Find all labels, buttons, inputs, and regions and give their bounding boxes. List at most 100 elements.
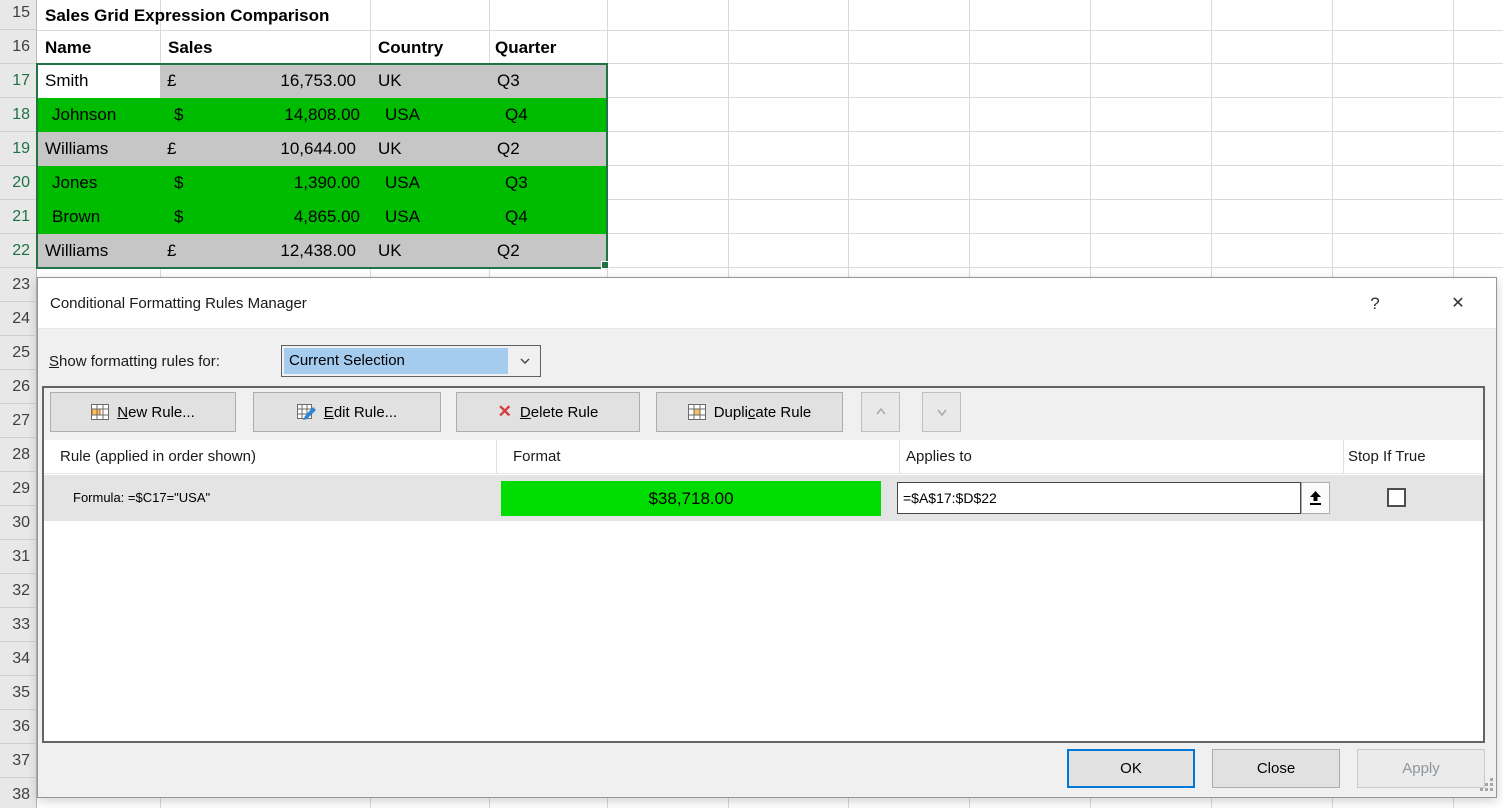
rule-format-preview[interactable]: $38,718.00 bbox=[501, 481, 881, 516]
row-header-33[interactable]: 33 bbox=[0, 608, 37, 642]
row-header-35[interactable]: 35 bbox=[0, 676, 37, 710]
cell-a19[interactable]: Williams bbox=[37, 132, 160, 166]
cell-c21[interactable]: USA bbox=[370, 200, 489, 234]
excel-screen: 15 16 17 18 19 20 21 22 23 24 25 26 27 2… bbox=[0, 0, 1503, 808]
button-label: New Rule... bbox=[117, 404, 195, 421]
table-row: Smith £16,753.00 UK Q3 bbox=[37, 64, 608, 98]
row-header-19[interactable]: 19 bbox=[0, 132, 37, 166]
row-header-23[interactable]: 23 bbox=[0, 268, 37, 302]
header-rule: Rule (applied in order shown) bbox=[60, 440, 256, 474]
row-header-38[interactable]: 38 bbox=[0, 778, 37, 808]
cell-a21[interactable]: Brown bbox=[37, 200, 160, 234]
row-header-column: 15 16 17 18 19 20 21 22 23 24 25 26 27 2… bbox=[0, 0, 37, 808]
cell-a22[interactable]: Williams bbox=[37, 234, 160, 268]
row-header-34[interactable]: 34 bbox=[0, 642, 37, 676]
cell-a18[interactable]: Johnson bbox=[37, 98, 160, 132]
row-header-17[interactable]: 17 bbox=[0, 64, 37, 98]
cell-b21[interactable]: $4,865.00 bbox=[160, 200, 370, 234]
row-header-20[interactable]: 20 bbox=[0, 166, 37, 200]
currency-symbol: $ bbox=[174, 98, 183, 132]
edit-rule-button[interactable]: Edit Rule... bbox=[253, 392, 441, 432]
header-applies: Applies to bbox=[906, 440, 972, 474]
conditional-formatting-rules-manager-dialog: Conditional Formatting Rules Manager ? ✕… bbox=[37, 277, 1497, 798]
resize-grip[interactable] bbox=[1479, 777, 1494, 792]
row-header-26[interactable]: 26 bbox=[0, 370, 37, 404]
cell-b19[interactable]: £10,644.00 bbox=[160, 132, 370, 166]
move-rule-up-button[interactable] bbox=[861, 392, 900, 432]
apply-button[interactable]: Apply bbox=[1357, 749, 1485, 788]
delete-rule-button[interactable]: ✕ Delete Rule bbox=[456, 392, 640, 432]
cell-a17[interactable]: Smith bbox=[37, 64, 160, 98]
cell-d19[interactable]: Q2 bbox=[489, 132, 608, 166]
cell-c22[interactable]: UK bbox=[370, 234, 489, 268]
button-label: Duplicate Rule bbox=[714, 404, 812, 421]
row-header-15[interactable]: 15 bbox=[0, 0, 37, 30]
row-header-28[interactable]: 28 bbox=[0, 438, 37, 472]
chevron-down-icon bbox=[936, 406, 948, 418]
new-rule-button[interactable]: New Rule... bbox=[50, 392, 236, 432]
row-header-24[interactable]: 24 bbox=[0, 302, 37, 336]
rule-row-selected[interactable]: Formula: =$C17="USA" $38,718.00 bbox=[44, 475, 1483, 521]
cell-a20[interactable]: Jones bbox=[37, 166, 160, 200]
row-header-32[interactable]: 32 bbox=[0, 574, 37, 608]
close-button[interactable]: Close bbox=[1212, 749, 1340, 788]
cell-b18[interactable]: $14,808.00 bbox=[160, 98, 370, 132]
column-caption-country: Country bbox=[378, 33, 443, 63]
cell-c20[interactable]: USA bbox=[370, 166, 489, 200]
sheet-title: Sales Grid Expression Comparison bbox=[45, 2, 329, 30]
row-header-18[interactable]: 18 bbox=[0, 98, 37, 132]
button-label: Delete Rule bbox=[520, 404, 598, 421]
row-header-27[interactable]: 27 bbox=[0, 404, 37, 438]
row-header-16[interactable]: 16 bbox=[0, 30, 37, 64]
cell-d18[interactable]: Q4 bbox=[489, 98, 608, 132]
red-x-icon: ✕ bbox=[498, 402, 512, 422]
help-icon[interactable]: ? bbox=[1360, 278, 1390, 329]
dialog-titlebar[interactable]: Conditional Formatting Rules Manager ? ✕ bbox=[38, 278, 1496, 329]
row-header-21[interactable]: 21 bbox=[0, 200, 37, 234]
cell-d17[interactable]: Q3 bbox=[489, 64, 608, 98]
close-icon[interactable]: ✕ bbox=[1440, 278, 1476, 329]
cell-b22[interactable]: £12,438.00 bbox=[160, 234, 370, 268]
row-header-37[interactable]: 37 bbox=[0, 744, 37, 778]
fill-handle[interactable] bbox=[601, 261, 609, 269]
cell-c17[interactable]: UK bbox=[370, 64, 489, 98]
table-grid-icon bbox=[91, 404, 109, 420]
column-separator bbox=[496, 440, 497, 474]
column-separator bbox=[899, 440, 900, 474]
amount: 16,753.00 bbox=[280, 64, 356, 98]
cell-d20[interactable]: Q3 bbox=[489, 166, 608, 200]
header-format: Format bbox=[513, 440, 561, 474]
duplicate-rule-button[interactable]: Duplicate Rule bbox=[656, 392, 843, 432]
mnemonic: S bbox=[49, 353, 59, 370]
cell-b17[interactable]: £16,753.00 bbox=[160, 64, 370, 98]
ok-button[interactable]: OK bbox=[1067, 749, 1195, 788]
cell-d22[interactable]: Q2 bbox=[489, 234, 608, 268]
column-caption-quarter: Quarter bbox=[495, 33, 556, 63]
row-header-31[interactable]: 31 bbox=[0, 540, 37, 574]
cell-c18[interactable]: USA bbox=[370, 98, 489, 132]
dropdown-button[interactable] bbox=[510, 346, 540, 376]
currency-symbol: $ bbox=[174, 200, 183, 234]
amount: 1,390.00 bbox=[294, 166, 360, 200]
applies-to-input[interactable] bbox=[897, 482, 1301, 514]
row-header-29[interactable]: 29 bbox=[0, 472, 37, 506]
label-text: how formatting rules for: bbox=[59, 353, 220, 370]
show-rules-label: Show formatting rules for: bbox=[49, 346, 220, 377]
range-picker-button[interactable] bbox=[1301, 482, 1330, 514]
cell-c19[interactable]: UK bbox=[370, 132, 489, 166]
rules-panel: New Rule... Edit Rule... ✕ Delete Rule D… bbox=[42, 386, 1485, 743]
move-rule-down-button[interactable] bbox=[922, 392, 961, 432]
amount: 4,865.00 bbox=[294, 200, 360, 234]
row-header-22[interactable]: 22 bbox=[0, 234, 37, 268]
show-rules-dropdown[interactable]: Current Selection bbox=[281, 345, 541, 377]
row-header-30[interactable]: 30 bbox=[0, 506, 37, 540]
table-row: Brown $4,865.00 USA Q4 bbox=[37, 200, 608, 234]
stop-if-true-checkbox[interactable] bbox=[1387, 488, 1406, 507]
row-header-36[interactable]: 36 bbox=[0, 710, 37, 744]
row-header-25[interactable]: 25 bbox=[0, 336, 37, 370]
cell-b20[interactable]: $1,390.00 bbox=[160, 166, 370, 200]
table-grid-icon bbox=[688, 404, 706, 420]
cell-d21[interactable]: Q4 bbox=[489, 200, 608, 234]
column-separator bbox=[1343, 440, 1344, 474]
currency-symbol: £ bbox=[167, 132, 176, 166]
